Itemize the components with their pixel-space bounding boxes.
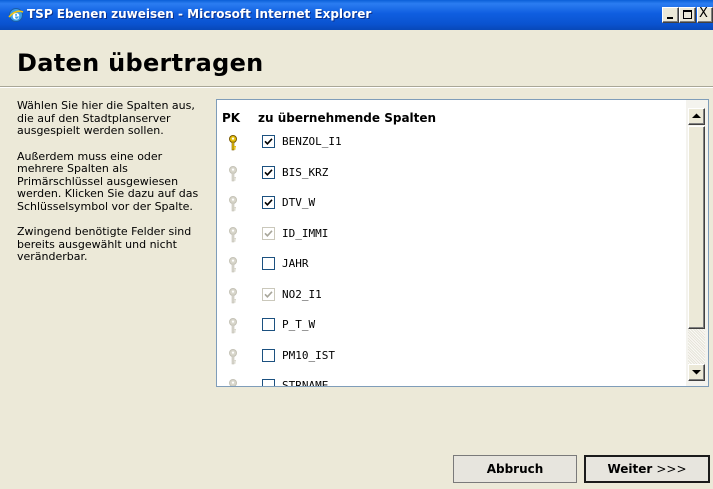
scroll-track[interactable] [688, 329, 705, 364]
page-title: Daten übertragen [17, 49, 264, 77]
close-button[interactable]: X [697, 6, 713, 23]
column-name: PM10_IST [282, 348, 335, 362]
key-icon[interactable] [228, 135, 238, 151]
column-list-panel[interactable]: PK zu übernehmende Spalten BENZOL_I1 BIS_… [216, 99, 709, 387]
column-name: STRNAME [282, 379, 329, 387]
window-titlebar[interactable]: e TSP Ebenen zuweisen - Microsoft Intern… [0, 0, 713, 30]
key-icon[interactable] [228, 196, 238, 212]
column-row: NO2_I1 [217, 283, 685, 307]
column-row: JAHR [217, 252, 685, 276]
column-checkbox[interactable] [262, 196, 275, 209]
column-row: PM10_IST [217, 344, 685, 368]
help-paragraph: Wählen Sie hier die Spalten aus, die auf… [17, 99, 195, 137]
close-icon: X [699, 6, 708, 21]
column-row: ID_IMMI [217, 222, 685, 246]
arrow-down-icon [692, 370, 701, 375]
column-row: STRNAME [217, 374, 685, 387]
key-icon[interactable] [228, 318, 238, 334]
column-checkbox[interactable] [262, 318, 275, 331]
column-name: P_T_W [282, 318, 316, 331]
column-checkbox[interactable] [262, 165, 275, 179]
next-button-arrows: >>> [656, 462, 687, 476]
key-icon[interactable] [228, 379, 238, 386]
pk-column-header: PK [222, 111, 241, 125]
column-row: P_T_W [217, 313, 685, 337]
minimize-button[interactable] [662, 7, 679, 23]
maximize-button[interactable] [679, 7, 696, 23]
column-checkbox[interactable] [262, 257, 275, 270]
scroll-thumb[interactable] [688, 126, 705, 329]
column-name: BENZOL_I1 [282, 135, 342, 148]
help-paragraph: Außerdem muss eine oder mehrere Spalten … [17, 149, 199, 213]
key-icon[interactable] [228, 287, 238, 304]
scroll-down-button[interactable] [688, 364, 705, 381]
window-title: TSP Ebenen zuweisen - Microsoft Internet… [27, 7, 372, 21]
vertical-scrollbar[interactable] [686, 100, 708, 386]
ie-icon: e [8, 7, 24, 23]
next-button[interactable]: Weiter >>> [584, 455, 710, 483]
scroll-up-button[interactable] [688, 108, 705, 125]
columns-header: zu übernehmende Spalten [258, 111, 437, 125]
arrow-up-icon [692, 113, 701, 118]
help-paragraph: Zwingend benötigte Felder sind bereits a… [17, 225, 192, 263]
column-checkbox [262, 226, 275, 240]
key-icon[interactable] [228, 348, 238, 365]
help-text: Wählen Sie hier die Spalten aus, die auf… [17, 99, 209, 277]
column-name: BIS_KRZ [282, 165, 329, 179]
minimize-icon [667, 17, 673, 19]
column-name: DTV_W [282, 196, 316, 209]
maximize-icon [683, 10, 692, 19]
column-checkbox[interactable] [262, 135, 275, 148]
column-name: ID_IMMI [282, 226, 329, 240]
column-checkbox [262, 287, 275, 301]
column-row: BIS_KRZ [217, 161, 685, 185]
next-button-label: Weiter [607, 462, 653, 476]
column-row: DTV_W [217, 191, 685, 215]
cancel-button[interactable]: Abbruch [453, 455, 577, 483]
key-icon[interactable] [228, 165, 238, 182]
key-icon[interactable] [228, 226, 238, 243]
column-name: NO2_I1 [282, 287, 322, 301]
column-checkbox[interactable] [262, 348, 275, 362]
column-checkbox[interactable] [262, 379, 275, 386]
column-name: JAHR [282, 257, 309, 270]
column-row: BENZOL_I1 [217, 130, 685, 154]
key-icon[interactable] [228, 257, 238, 273]
heading-divider [0, 86, 713, 88]
